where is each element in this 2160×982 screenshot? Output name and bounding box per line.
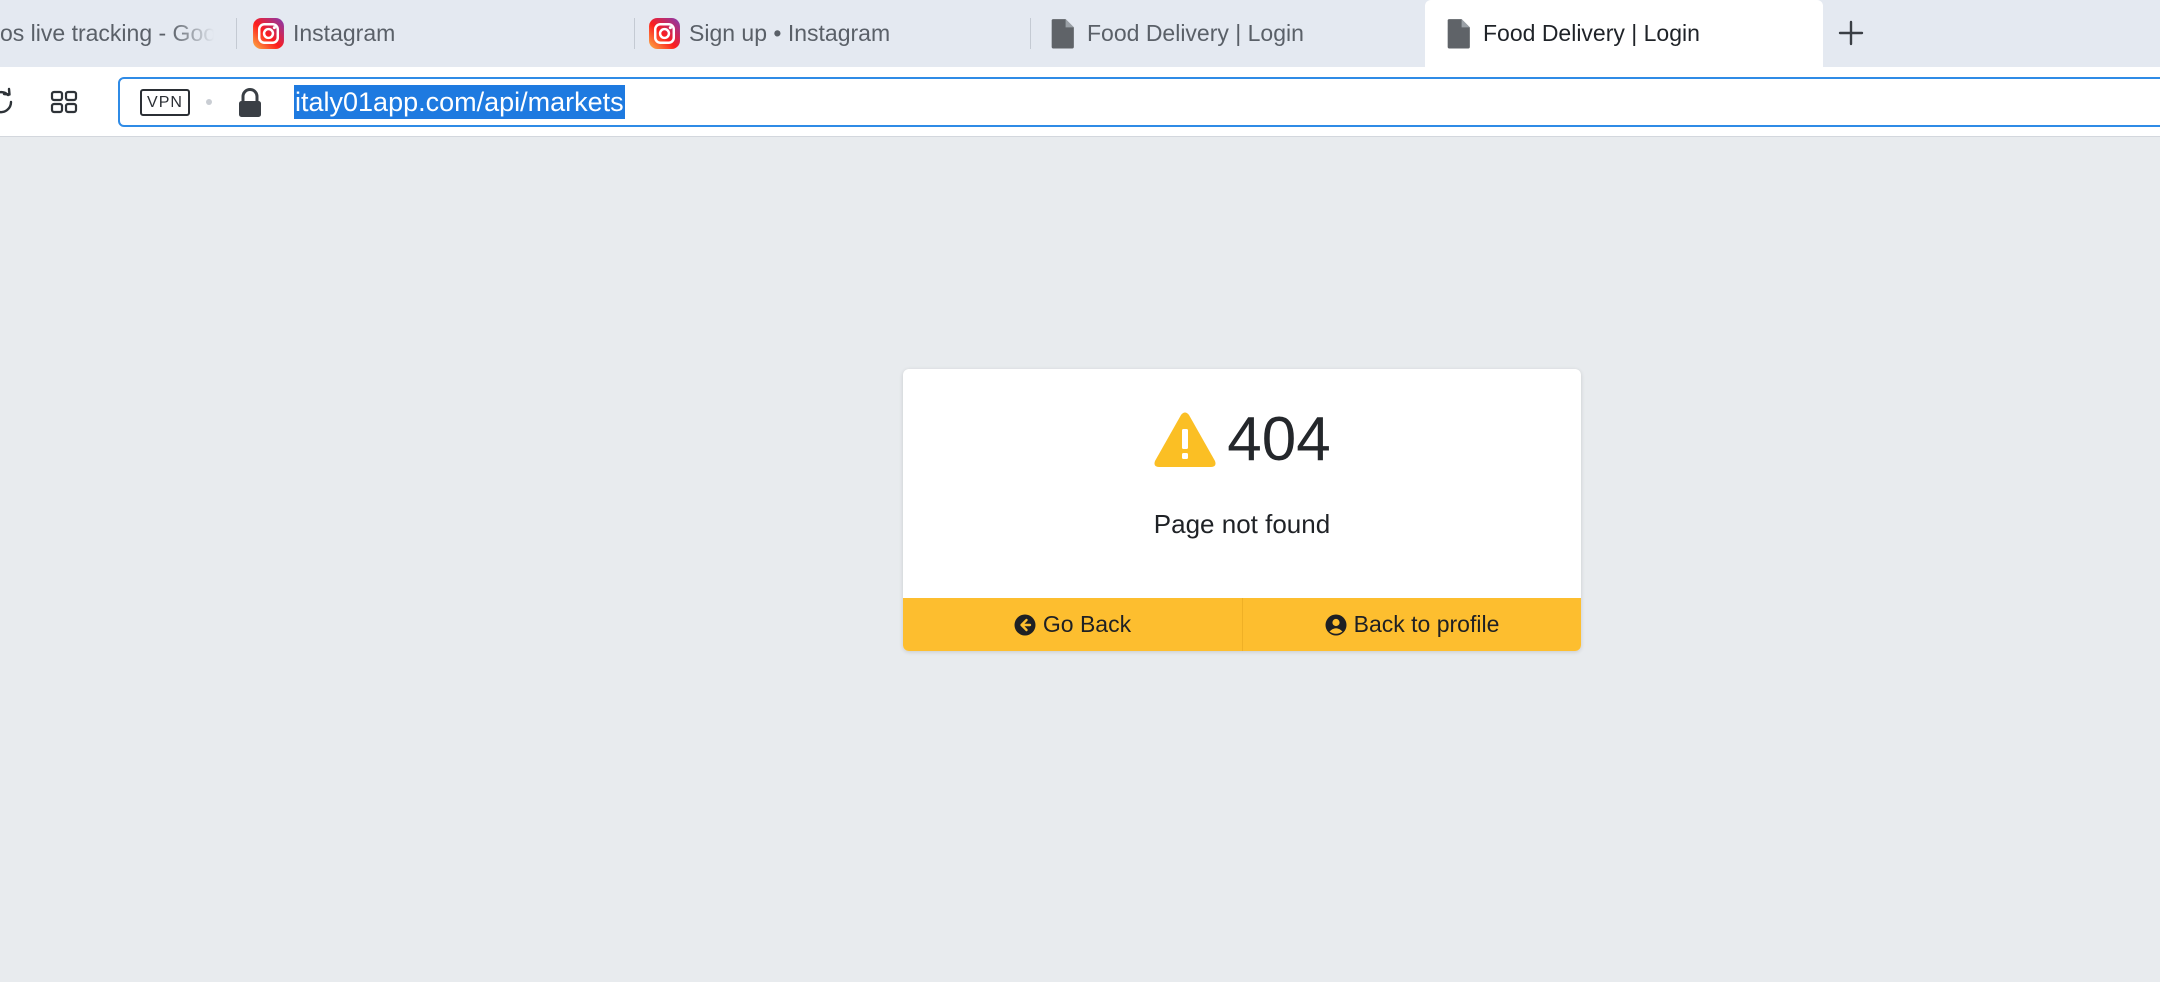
reload-button[interactable]	[0, 85, 18, 119]
tab-instagram[interactable]: Instagram	[252, 0, 632, 67]
error-heading: 404	[903, 405, 1581, 475]
error-card: 404 Page not found Go Back Back to profi…	[903, 369, 1581, 651]
instagram-icon	[253, 18, 284, 49]
url-text[interactable]: italy01app.com/api/markets	[294, 85, 625, 119]
user-circle-icon	[1325, 614, 1347, 635]
instagram-icon	[649, 18, 680, 49]
reload-icon	[0, 87, 13, 114]
document-icon	[1051, 19, 1074, 49]
plus-icon	[1838, 20, 1864, 46]
tab-label: Food Delivery | Login	[1483, 20, 1700, 46]
go-back-button[interactable]: Go Back	[903, 598, 1242, 651]
tab-fade	[170, 0, 222, 67]
tab-label: Sign up • Instagram	[689, 20, 891, 46]
back-to-profile-button[interactable]: Back to profile	[1242, 598, 1581, 651]
document-icon	[1447, 19, 1470, 49]
arrow-circle-left-icon	[1014, 614, 1036, 635]
browser-toolbar: VPN italy01app.com/api/markets	[0, 67, 2160, 137]
tab-overview-button[interactable]	[47, 85, 81, 119]
new-tab-button[interactable]	[1832, 14, 1870, 52]
tab-food-delivery-login[interactable]: Food Delivery | Login	[1046, 0, 1426, 67]
back-to-profile-label: Back to profile	[1353, 611, 1500, 637]
tab-label: Food Delivery | Login	[1087, 20, 1304, 46]
warning-icon	[1154, 412, 1216, 467]
error-actions: Go Back Back to profile	[903, 598, 1581, 651]
address-bar[interactable]: VPN italy01app.com/api/markets	[118, 77, 2160, 127]
grid-icon	[50, 90, 78, 114]
tab-separator	[634, 18, 635, 49]
tab-separator	[236, 18, 237, 49]
tab-strip: os live tracking - Goog Instagram Sign u…	[0, 0, 2160, 67]
tab-instagram-signup[interactable]: Sign up • Instagram	[648, 0, 1028, 67]
lock-icon[interactable]	[236, 87, 264, 119]
tab-separator	[1030, 18, 1031, 49]
tab-food-delivery-login-active[interactable]: Food Delivery | Login	[1425, 0, 1823, 67]
error-code: 404	[1227, 405, 1331, 474]
go-back-label: Go Back	[1042, 611, 1132, 637]
separator-dot	[206, 99, 212, 105]
tab-label: Instagram	[293, 20, 396, 46]
error-message: Page not found	[1153, 509, 1331, 539]
vpn-badge[interactable]: VPN	[140, 89, 190, 116]
